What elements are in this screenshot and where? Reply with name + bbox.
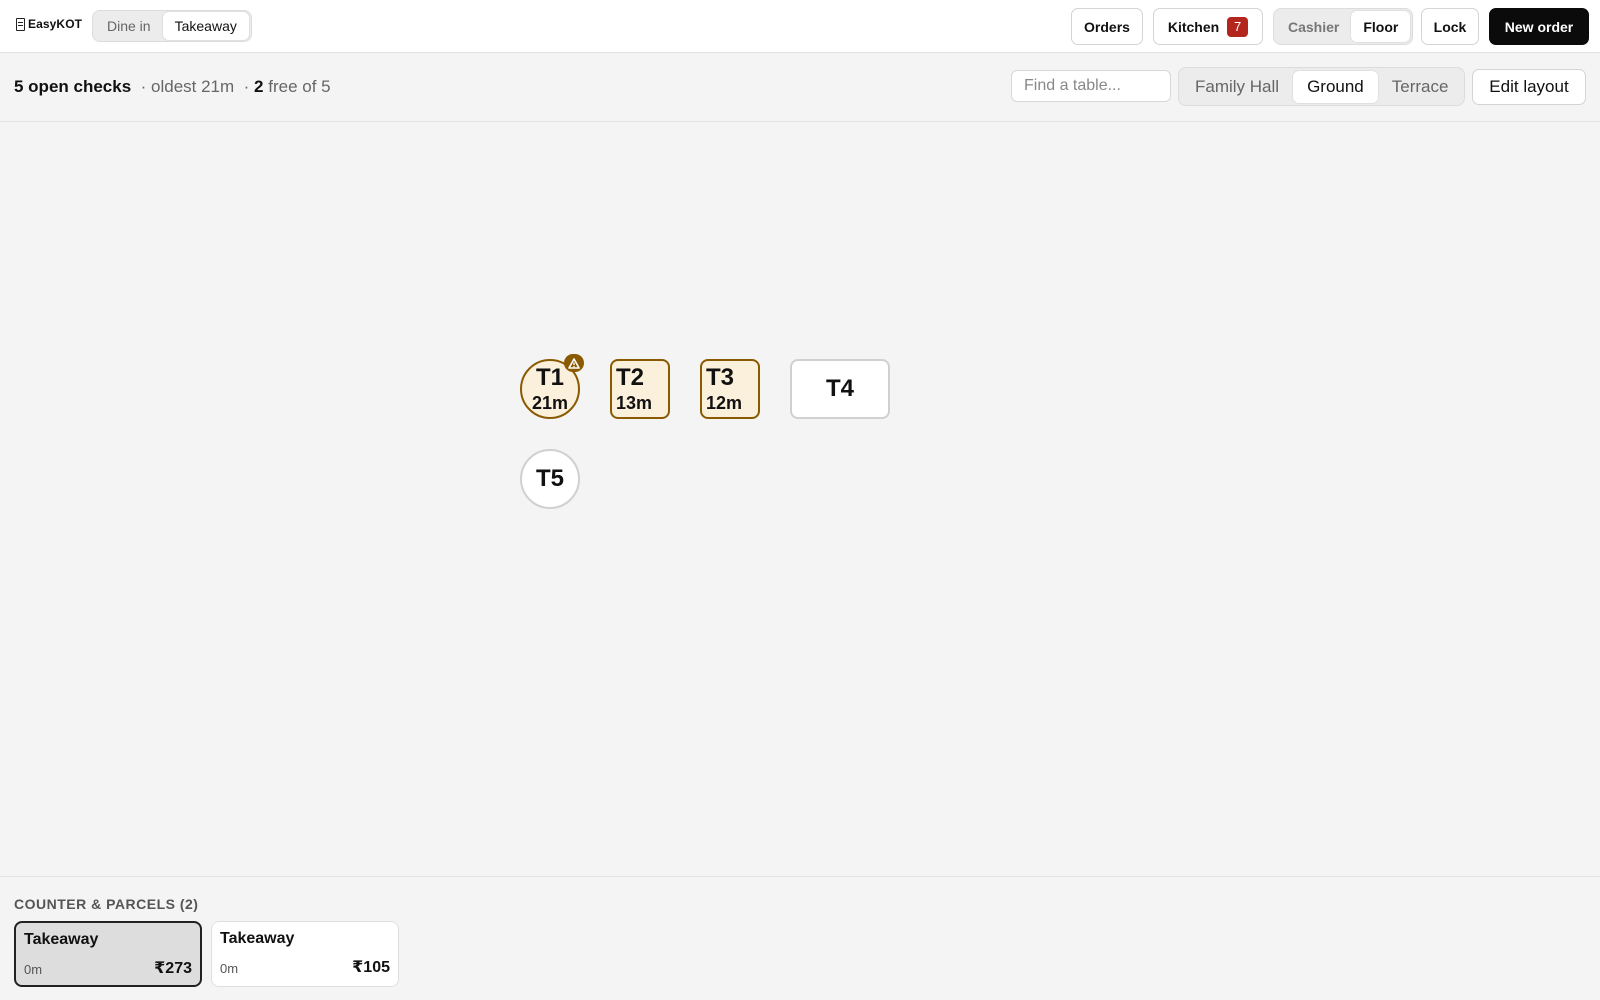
role-toggle: Cashier Floor — [1273, 8, 1414, 45]
brand[interactable]: EasyKOT — [16, 17, 82, 31]
counter-parcels-title: COUNTER & PARCELS (2) — [14, 896, 199, 912]
table-name: T2 — [616, 363, 645, 391]
new-order-button[interactable]: New order — [1489, 8, 1589, 45]
edit-layout-button[interactable]: Edit layout — [1472, 69, 1586, 105]
parcel-name: Takeaway — [220, 930, 295, 947]
order-mode-toggle: Dine in Takeaway — [92, 10, 252, 42]
top-bar: EasyKOT Dine in Takeaway Orders Kitchen … — [0, 0, 1600, 53]
free-tables-count: 2 — [254, 77, 264, 96]
receipt-icon — [16, 17, 25, 31]
table-time: 21m — [531, 392, 569, 413]
role-cashier[interactable]: Cashier — [1276, 11, 1351, 42]
kitchen-button[interactable]: Kitchen 7 — [1153, 8, 1263, 45]
brand-name: EasyKOT — [28, 17, 83, 31]
parcel-card[interactable]: Takeaway 0m ₹273 — [14, 921, 202, 987]
table-time: 12m — [706, 392, 743, 413]
table-t4[interactable]: T4 — [790, 359, 890, 419]
kitchen-label: Kitchen — [1167, 18, 1220, 35]
table-name: T1 — [535, 363, 564, 391]
table-t3[interactable]: T3 12m — [700, 359, 760, 419]
free-tables-text: free of 5 — [268, 77, 331, 96]
table-time: 13m — [616, 392, 653, 413]
mode-takeaway[interactable]: Takeaway — [162, 12, 249, 40]
table-t2[interactable]: T2 13m — [610, 359, 670, 419]
floor-toolbar: 5 open checks · oldest 21m · 2 free of 5… — [0, 53, 1600, 122]
oldest-check: · oldest 21m — [140, 77, 235, 96]
counter-parcels-panel: COUNTER & PARCELS (2) Takeaway 0m ₹273 T… — [0, 876, 1600, 1000]
parcel-time: 0m — [24, 962, 43, 977]
lock-button[interactable]: Lock — [1421, 8, 1479, 45]
orders-button[interactable]: Orders — [1071, 8, 1143, 45]
parcel-time: 0m — [220, 961, 239, 976]
floor-terrace[interactable]: Terrace — [1378, 71, 1463, 103]
kitchen-count-badge: 7 — [1227, 16, 1249, 37]
table-name: T4 — [825, 375, 854, 402]
role-floor[interactable]: Floor — [1351, 11, 1411, 42]
floor-selector: Family Hall Ground Terrace — [1178, 67, 1466, 106]
parcel-amount: ₹273 — [154, 960, 192, 977]
open-checks-summary: 5 open checks · oldest 21m · 2 free of 5 — [14, 77, 331, 97]
table-t5[interactable]: T5 — [520, 449, 580, 509]
parcel-card[interactable]: Takeaway 0m ₹105 — [211, 921, 399, 987]
summary-separator: · — [243, 77, 250, 96]
floor-family-hall[interactable]: Family Hall — [1181, 71, 1293, 103]
table-name: T3 — [706, 363, 735, 391]
open-checks-count: 5 open checks — [14, 77, 132, 96]
table-name: T5 — [535, 465, 564, 492]
warning-icon — [564, 354, 584, 372]
table-search-input[interactable] — [1011, 70, 1171, 102]
parcel-name: Takeaway — [24, 931, 99, 948]
floor-ground[interactable]: Ground — [1293, 70, 1378, 103]
parcel-amount: ₹105 — [352, 959, 390, 976]
mode-dine-in[interactable]: Dine in — [95, 12, 163, 40]
